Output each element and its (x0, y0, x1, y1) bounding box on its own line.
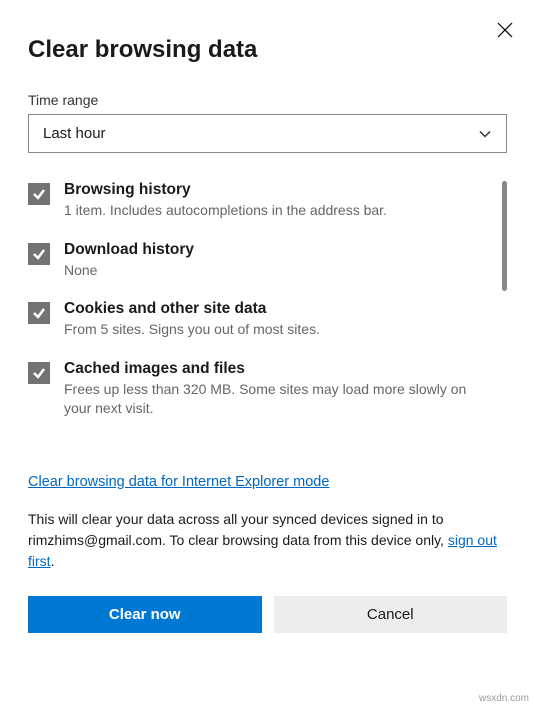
option-title: Download history (64, 241, 483, 259)
cancel-button[interactable]: Cancel (274, 596, 508, 633)
check-icon (32, 366, 46, 380)
option-download-history: Download history None (28, 241, 483, 281)
check-icon (32, 306, 46, 320)
checkbox-download-history[interactable] (28, 243, 50, 265)
sync-info-text: This will clear your data across all you… (28, 509, 507, 572)
option-desc: Frees up less than 320 MB. Some sites ma… (64, 380, 483, 419)
ie-mode-link[interactable]: Clear browsing data for Internet Explore… (28, 474, 329, 490)
option-title: Cached images and files (64, 360, 483, 378)
chevron-down-icon (478, 127, 492, 141)
option-title: Cookies and other site data (64, 300, 483, 318)
close-icon (497, 22, 513, 38)
time-range-value: Last hour (43, 125, 106, 142)
option-cookies: Cookies and other site data From 5 sites… (28, 300, 483, 340)
option-cached: Cached images and files Frees up less th… (28, 360, 483, 419)
info-prefix: This will clear your data across all you… (28, 511, 448, 548)
watermark: wsxdn.com (479, 693, 529, 704)
checkbox-browsing-history[interactable] (28, 183, 50, 205)
option-desc: From 5 sites. Signs you out of most site… (64, 320, 483, 340)
options-list: Browsing history 1 item. Includes autoco… (28, 181, 507, 453)
option-desc: None (64, 261, 483, 281)
close-button[interactable] (489, 14, 521, 46)
option-desc: 1 item. Includes autocompletions in the … (64, 201, 483, 221)
time-range-dropdown[interactable]: Last hour (28, 114, 507, 153)
info-suffix: . (51, 553, 55, 569)
checkbox-cached[interactable] (28, 362, 50, 384)
option-browsing-history: Browsing history 1 item. Includes autoco… (28, 181, 483, 221)
check-icon (32, 247, 46, 261)
scrollbar-thumb[interactable] (502, 181, 507, 291)
option-title: Browsing history (64, 181, 483, 199)
time-range-label: Time range (28, 92, 507, 108)
check-icon (32, 187, 46, 201)
button-row: Clear now Cancel (28, 596, 507, 633)
checkbox-cookies[interactable] (28, 302, 50, 324)
clear-now-button[interactable]: Clear now (28, 596, 262, 633)
dialog-title: Clear browsing data (28, 36, 507, 64)
